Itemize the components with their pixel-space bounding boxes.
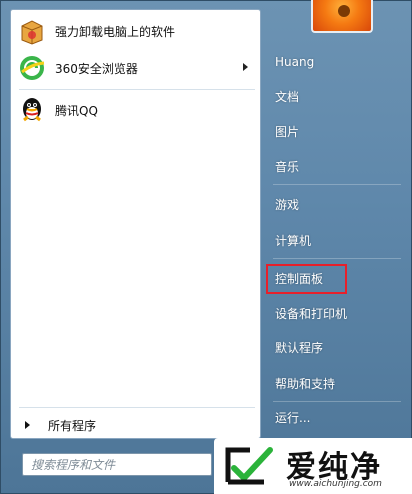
360-browser-icon: [18, 54, 46, 82]
right-item-documents[interactable]: 文档: [267, 82, 407, 110]
programs-pane: 强力卸载电脑上的软件 360安全浏览器 腾讯QQ 所有程序: [10, 9, 261, 439]
program-label: 360安全浏览器: [55, 61, 138, 76]
program-label: 强力卸载电脑上的软件: [55, 24, 176, 39]
divider: [273, 401, 401, 402]
right-item-label: 默认程序: [275, 340, 324, 355]
right-item-help-support[interactable]: 帮助和支持: [267, 369, 407, 397]
right-item-label: 计算机: [275, 233, 312, 248]
divider: [273, 184, 401, 185]
right-item-label: 游戏: [275, 197, 300, 212]
program-label: 腾讯QQ: [55, 103, 98, 118]
submenu-arrow-icon: [243, 63, 248, 71]
right-item-label: 帮助和支持: [275, 376, 336, 391]
right-item-run[interactable]: 运行...: [267, 403, 407, 431]
right-item-devices-printers[interactable]: 设备和打印机: [267, 299, 407, 327]
search-input[interactable]: 搜索程序和文件: [22, 453, 212, 476]
right-item-default-programs[interactable]: 默认程序: [267, 333, 407, 361]
right-item-label: 图片: [275, 124, 300, 139]
program-item-qq[interactable]: 腾讯QQ: [15, 92, 258, 128]
right-item-label: Huang: [275, 55, 315, 69]
uninstaller-box-icon: [18, 17, 46, 45]
right-item-music[interactable]: 音乐: [267, 152, 407, 180]
all-programs-label: 所有程序: [48, 418, 97, 433]
watermark-url: www.aichunjing.com: [289, 479, 382, 489]
right-item-label: 设备和打印机: [275, 306, 348, 321]
right-item-pictures[interactable]: 图片: [267, 117, 407, 145]
right-arrow-icon: [25, 421, 30, 429]
start-menu: 强力卸载电脑上的软件 360安全浏览器 腾讯QQ 所有程序 搜索程序和文件 Hu…: [0, 0, 412, 494]
divider: [19, 407, 255, 408]
right-item-computer[interactable]: 计算机: [267, 226, 407, 254]
right-item-user[interactable]: Huang: [267, 48, 407, 76]
qq-penguin-icon: [18, 96, 46, 124]
search-placeholder: 搜索程序和文件: [31, 458, 116, 472]
right-item-label: 音乐: [275, 159, 300, 174]
right-item-label: 文档: [275, 89, 300, 104]
all-programs-button[interactable]: 所有程序: [15, 413, 258, 437]
user-picture[interactable]: [311, 0, 373, 33]
right-item-games[interactable]: 游戏: [267, 190, 407, 218]
highlight-box: [266, 264, 347, 294]
program-item-360-browser[interactable]: 360安全浏览器: [15, 50, 258, 86]
watermark: 爱纯净 www.aichunjing.com: [214, 438, 412, 494]
right-item-label: 运行...: [275, 410, 311, 425]
divider: [19, 89, 255, 90]
divider: [273, 258, 401, 259]
watermark-logo-icon: [225, 447, 273, 485]
program-item-uninstaller[interactable]: 强力卸载电脑上的软件: [15, 13, 258, 49]
